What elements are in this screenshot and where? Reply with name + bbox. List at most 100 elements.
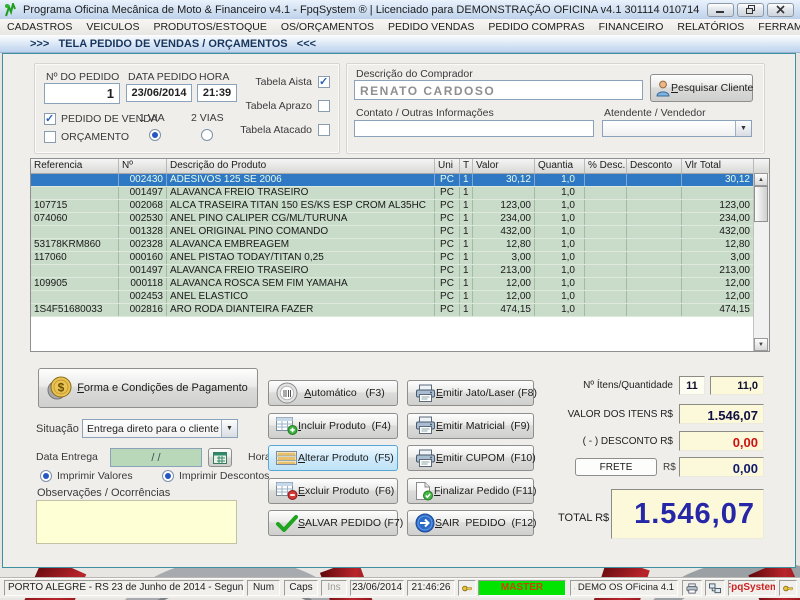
menu-item-os-or-amentos[interactable]: OS/ORÇAMENTOS: [274, 19, 381, 35]
table-row[interactable]: 107715 002068 ALCA TRASEIRA TITAN 150 ES/K…: [31, 200, 769, 213]
buyer-description-field[interactable]: RENATO CARDOSO: [354, 80, 643, 100]
column-header[interactable]: Descrição do Produto: [167, 159, 435, 173]
grid-cell: 001328: [119, 226, 167, 238]
menu-item-produtos-estoque[interactable]: PRODUTOS/ESTOQUE: [146, 19, 273, 35]
column-header[interactable]: Referencia: [31, 159, 119, 173]
autom-tico-button[interactable]: Automático (F3): [268, 380, 398, 406]
imprimir-valores-radio[interactable]: [40, 470, 52, 482]
table-row[interactable]: 53178KRM860 002328 ALAVANCA EMBREAGEM PC 1 12…: [31, 239, 769, 252]
tabela-option-0[interactable]: Tabela Aista: [230, 75, 330, 88]
data-entrega-field[interactable]: / /: [110, 448, 202, 467]
grid-cell: 002328: [119, 239, 167, 251]
column-header[interactable]: Quantia: [535, 159, 585, 173]
grid-cell: [627, 265, 682, 277]
tabela-option-2[interactable]: Tabela Atacado: [230, 123, 330, 136]
table-row[interactable]: 001497 ALAVANCA FREIO TRASEIRO PC 1 1,0: [31, 187, 769, 200]
calendar-button[interactable]: [208, 448, 232, 467]
pedido-de-venda-checkbox-box[interactable]: [44, 112, 56, 125]
grid-cell: 1: [460, 226, 473, 238]
alterar-produto-button[interactable]: Alterar Produto (F5): [268, 445, 398, 471]
grid-cell: PC: [435, 278, 460, 290]
menu-item-ferramentas[interactable]: FERRAMENTAS: [751, 19, 800, 35]
restore-button[interactable]: [737, 2, 764, 17]
forma-pagamento-button[interactable]: $ Forma e Condições de Pagamento: [38, 368, 258, 408]
orcamento-checkbox[interactable]: ORÇAMENTO: [44, 131, 129, 143]
button-label: SALVAR PEDIDO (F7): [298, 517, 404, 529]
table-row[interactable]: 117060 000160 ANEL PISTAO TODAY/TITAN 0,25…: [31, 252, 769, 265]
grid-cell: [627, 239, 682, 251]
grid-cell: 000160: [119, 252, 167, 264]
column-header[interactable]: Nº: [119, 159, 167, 173]
button-label: Emitir Jato/Laser (F8): [436, 387, 537, 399]
column-header[interactable]: Vlr Total: [682, 159, 754, 173]
column-header[interactable]: Uni: [435, 159, 460, 173]
grid-cell: 1,0: [535, 174, 585, 186]
table-edit-icon: [276, 449, 298, 468]
itens-qty-box: 11,0: [710, 376, 764, 395]
grid-cell: 1,0: [535, 187, 585, 199]
menu-item-veiculos[interactable]: VEICULOS: [79, 19, 146, 35]
grid-cell: [627, 291, 682, 303]
button-label: Emitir CUPOM (F10): [436, 452, 536, 464]
table-row[interactable]: 074060 002530 ANEL PINO CALIPER CG/ML/TURU…: [31, 213, 769, 226]
buyer-description-label: Descrição do Comprador: [356, 68, 473, 80]
tabela-option-checkbox[interactable]: [318, 99, 330, 112]
menu-item-pedido-vendas[interactable]: PEDIDO VENDAS: [381, 19, 481, 35]
table-row[interactable]: 1S4F51680033 002816 ARO RODA DIANTEIRA FAZ…: [31, 304, 769, 317]
status-ins: Ins: [321, 580, 347, 596]
observacoes-textarea[interactable]: [36, 500, 237, 544]
scrollbar-thumb[interactable]: [754, 186, 768, 222]
grid-cell: 1,0: [535, 200, 585, 212]
table-scrollbar[interactable]: ▲ ▼: [753, 173, 769, 351]
contact-field[interactable]: [354, 120, 594, 137]
tabela-option-checkbox[interactable]: [318, 75, 330, 88]
menu-item-relat-rios[interactable]: RELATÓRIOS: [670, 19, 751, 35]
grid-cell: 002530: [119, 213, 167, 225]
menu-item-financeiro[interactable]: FINANCEIRO: [592, 19, 671, 35]
grid-cell: 432,00: [473, 226, 535, 238]
grid-cell: 474,15: [473, 304, 535, 316]
via1-radio[interactable]: [149, 129, 161, 141]
emitir-cupom-button[interactable]: Emitir CUPOM (F10): [407, 445, 536, 471]
column-header[interactable]: Valor: [473, 159, 535, 173]
via2-radio[interactable]: [201, 129, 213, 141]
menu-item-pedido-compras[interactable]: PEDIDO COMPRAS: [481, 19, 591, 35]
menu-item-cadastros[interactable]: CADASTROS: [0, 19, 79, 35]
table-row[interactable]: 002430 ADESIVOS 125 SE 2006 PC 1 30,12 1,0 30,…: [31, 174, 769, 187]
table-row[interactable]: 001497 ALAVANCA FREIO TRASEIRO PC 1 213,00 1,…: [31, 265, 769, 278]
atendente-dropdown[interactable]: ▼: [602, 120, 752, 137]
pesquisar-cliente-label: Pesquisar Cliente: [671, 82, 754, 94]
incluir-produto-button[interactable]: Incluir Produto (F4): [268, 412, 398, 439]
close-button[interactable]: [767, 2, 794, 17]
situacao-dropdown[interactable]: Entrega direto para o cliente ▼: [82, 419, 238, 438]
table-row[interactable]: 001328 ANEL ORIGINAL PINO COMANDO PC 1 432,0…: [31, 226, 769, 239]
column-header[interactable]: T: [460, 159, 473, 173]
table-row[interactable]: 109905 000118 ALAVANCA ROSCA SEM FIM YAMAH…: [31, 278, 769, 291]
column-header[interactable]: Desconto: [627, 159, 682, 173]
scroll-up-icon[interactable]: ▲: [754, 173, 768, 186]
grid-cell: [585, 226, 627, 238]
scroll-down-icon[interactable]: ▼: [754, 338, 768, 351]
sair-pedido-button[interactable]: SAIR PEDIDO (F12): [407, 510, 537, 536]
via1-label: 1 VIA: [139, 112, 165, 124]
emitir-jato-laser-button[interactable]: Emitir Jato/Laser (F8): [407, 380, 537, 406]
table-row[interactable]: 002453 ANEL ELASTICO PC 1 12,00 1,0 12,00: [31, 291, 769, 304]
column-header[interactable]: % Desc.: [585, 159, 627, 173]
chevron-down-icon: ▼: [221, 420, 237, 437]
order-number-field[interactable]: 1: [44, 83, 120, 104]
frete-button[interactable]: FRETE: [575, 458, 657, 476]
tabela-option-1[interactable]: Tabela Aprazo: [230, 99, 330, 112]
coin-icon: $: [46, 374, 74, 402]
order-date-field[interactable]: 23/06/2014: [126, 84, 192, 102]
finalizar-pedido-button[interactable]: Finalizar Pedido (F11): [407, 477, 537, 504]
imprimir-descontos-radio[interactable]: [162, 470, 174, 482]
orcamento-checkbox-box[interactable]: [44, 131, 56, 143]
grid-cell: [585, 213, 627, 225]
pesquisar-cliente-button[interactable]: Pesquisar Cliente: [650, 74, 753, 102]
minimize-button[interactable]: [707, 2, 734, 17]
salvar-pedido-button[interactable]: SALVAR PEDIDO (F7): [268, 510, 403, 536]
status-time: 21:46:26: [407, 580, 455, 596]
excluir-produto-button[interactable]: Excluir Produto (F6): [268, 477, 398, 504]
tabela-option-checkbox[interactable]: [318, 123, 330, 136]
emitir-matricial-button[interactable]: Emitir Matricial (F9): [407, 412, 534, 439]
